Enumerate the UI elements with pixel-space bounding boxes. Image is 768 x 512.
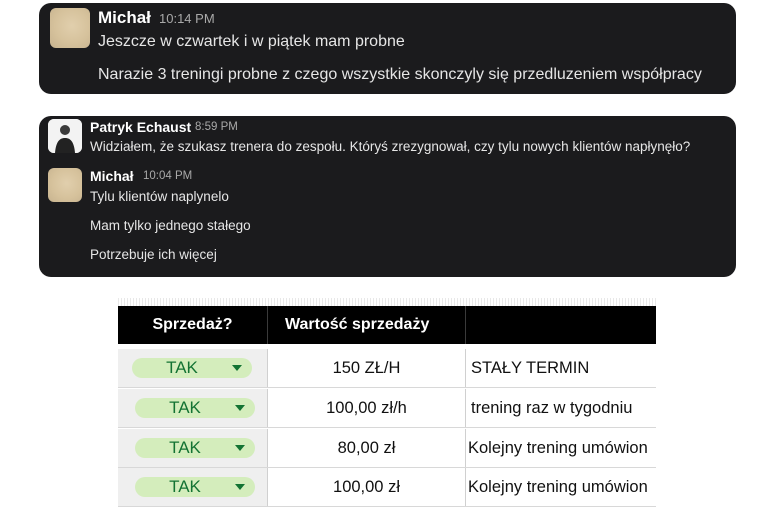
- dropdown-arrow-icon: [235, 484, 245, 490]
- table-header: Sprzedaż? Wartość sprzedaży: [118, 306, 656, 344]
- status-label: TAK: [166, 358, 198, 377]
- sender-name[interactable]: Patryk Echaust: [90, 119, 191, 135]
- status-label: TAK: [169, 398, 201, 417]
- message-text: Widziałem, że szukasz trenera do zespołu…: [90, 139, 691, 154]
- status-dropdown[interactable]: TAK: [135, 398, 255, 418]
- column-header-sale[interactable]: Sprzedaż?: [118, 306, 267, 344]
- table-row: TAK 100,00 zł Kolejny trening umówion: [118, 468, 656, 507]
- note-cell[interactable]: STAŁY TERMIN: [471, 349, 656, 387]
- dropdown-arrow-icon: [235, 445, 245, 451]
- sender-name[interactable]: Michał: [98, 8, 151, 28]
- dropdown-arrow-icon: [232, 365, 242, 371]
- message-timestamp[interactable]: 10:04 PM: [143, 170, 192, 182]
- dropdown-arrow-icon: [235, 405, 245, 411]
- status-label: TAK: [169, 438, 201, 457]
- message-timestamp[interactable]: 8:59 PM: [195, 121, 238, 133]
- avatar[interactable]: [48, 119, 82, 153]
- message-text: Jeszcze w czwartek i w piątek mam probne: [98, 33, 405, 50]
- value-cell[interactable]: 100,00 zł: [268, 468, 465, 506]
- table-row: TAK 100,00 zł/h trening raz w tygodniu: [118, 389, 656, 428]
- message-text: Narazie 3 treningi probne z czego wszyst…: [98, 66, 702, 83]
- grid-lines: [118, 298, 656, 306]
- message-card-michal: Michał 10:14 PM Jeszcze w czwartek i w p…: [39, 3, 736, 94]
- note-cell[interactable]: Kolejny trening umówion: [468, 429, 656, 467]
- status-dropdown[interactable]: TAK: [135, 438, 255, 458]
- column-header-note[interactable]: [466, 306, 656, 344]
- message-timestamp[interactable]: 10:14 PM: [159, 11, 215, 26]
- message-card-thread: Patryk Echaust 8:59 PM Widziałem, że szu…: [39, 116, 736, 277]
- message-text: Mam tylko jednego stałego: [90, 218, 251, 233]
- status-dropdown[interactable]: TAK: [132, 358, 252, 378]
- note-cell[interactable]: trening raz w tygodniu: [471, 389, 656, 427]
- sales-spreadsheet: Sprzedaż? Wartość sprzedaży TAK 150 ZŁ/H…: [118, 298, 656, 510]
- message-text: Tylu klientów naplynelo: [90, 189, 229, 204]
- table-row: TAK 80,00 zł Kolejny trening umówion: [118, 429, 656, 468]
- person-photo-icon: [48, 119, 82, 153]
- value-cell[interactable]: 150 ZŁ/H: [268, 349, 465, 387]
- sender-name[interactable]: Michał: [90, 168, 134, 184]
- table-row: TAK 150 ZŁ/H STAŁY TERMIN: [118, 349, 656, 388]
- status-dropdown[interactable]: TAK: [135, 477, 255, 497]
- avatar[interactable]: [48, 168, 82, 202]
- value-cell[interactable]: 80,00 zł: [268, 429, 465, 467]
- value-cell[interactable]: 100,00 zł/h: [268, 389, 465, 427]
- message-text: Potrzebuje ich więcej: [90, 247, 217, 262]
- avatar[interactable]: [50, 8, 90, 48]
- status-label: TAK: [169, 477, 201, 496]
- note-cell[interactable]: Kolejny trening umówion: [468, 468, 656, 506]
- column-header-value[interactable]: Wartość sprzedaży: [285, 306, 465, 344]
